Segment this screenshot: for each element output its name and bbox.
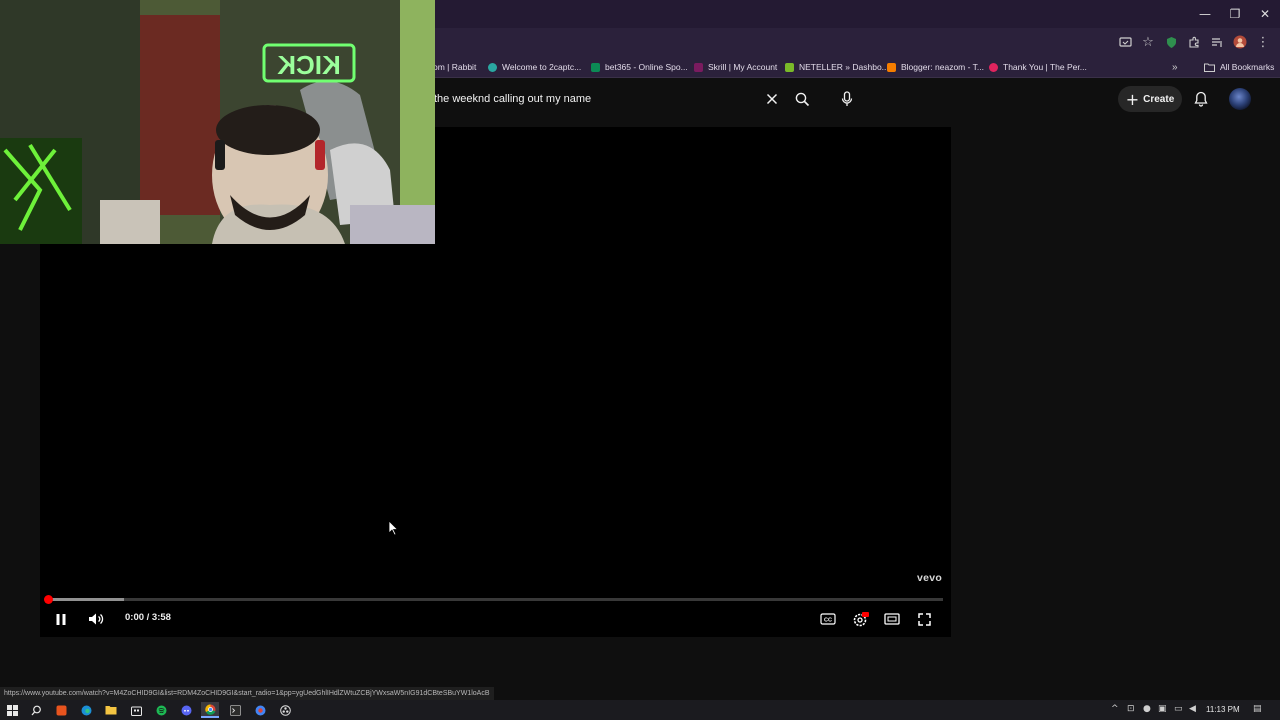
theater-mode-icon[interactable] bbox=[880, 607, 904, 631]
status-bar-url: https://www.youtube.com/watch?v=M4ZoCHID… bbox=[0, 687, 494, 700]
chrome-icon[interactable] bbox=[201, 702, 219, 718]
notifications-center-icon[interactable]: ▤ bbox=[1253, 704, 1262, 714]
webcam-overlay: KICK bbox=[0, 0, 435, 244]
webcam-image: KICK bbox=[0, 0, 435, 244]
search-input[interactable]: the weeknd calling out my name bbox=[430, 87, 822, 111]
progress-bar[interactable] bbox=[44, 595, 943, 604]
browser-menu-icon[interactable]: ⋮ bbox=[1252, 31, 1274, 53]
2captcha-favicon-icon bbox=[488, 62, 497, 72]
file-explorer-icon[interactable] bbox=[103, 702, 119, 718]
tray-display-icon[interactable]: ▣ bbox=[1158, 704, 1167, 714]
bookmark-label: Skrill | My Account bbox=[708, 62, 778, 72]
taskbar-clock[interactable]: 11:13 PM bbox=[1206, 705, 1240, 714]
settings-gear-icon[interactable] bbox=[848, 607, 872, 631]
windows-taskbar: ^ ⊡ ● ▣ ▭ ◀ 11:13 PM ▤ bbox=[0, 700, 1280, 720]
bookmark-thank-you[interactable]: Thank You | The Per... bbox=[989, 56, 1087, 78]
notifications-bell-icon[interactable] bbox=[1190, 88, 1212, 110]
bookmark-blogger[interactable]: Blogger: neazom - T... bbox=[887, 56, 984, 78]
captions-icon[interactable]: CC bbox=[816, 607, 840, 631]
more-bookmarks-chevron-icon[interactable]: » bbox=[1172, 56, 1178, 78]
heart-favicon-icon bbox=[989, 62, 998, 72]
time-display: 0:00 / 3:58 bbox=[125, 612, 171, 623]
bookmark-label: om | Rabbit bbox=[433, 62, 477, 72]
restore-button[interactable]: ❐ bbox=[1220, 0, 1250, 28]
obs-icon[interactable] bbox=[277, 702, 293, 718]
minimize-button[interactable]: — bbox=[1190, 0, 1220, 28]
close-window-button[interactable]: ✕ bbox=[1250, 0, 1280, 28]
account-avatar[interactable] bbox=[1229, 88, 1251, 110]
bookmark-label: NETELLER » Dashbo... bbox=[799, 62, 889, 72]
spotify-icon[interactable] bbox=[153, 702, 169, 718]
voice-search-mic-icon[interactable] bbox=[834, 86, 860, 112]
bookmark-skrill[interactable]: Skrill | My Account bbox=[694, 56, 777, 78]
folder-icon bbox=[1204, 63, 1215, 72]
speaker-icon[interactable]: ◀ bbox=[1189, 704, 1196, 714]
microphone-tray-icon[interactable]: ● bbox=[1143, 704, 1151, 714]
all-bookmarks-folder[interactable]: All Bookmarks bbox=[1204, 56, 1274, 78]
extension-shield-icon[interactable] bbox=[1160, 31, 1182, 53]
toolbar-icons: ☆ ⋮ bbox=[1113, 28, 1274, 56]
vevo-watermark: vevo bbox=[917, 572, 943, 584]
bookmark-neteller[interactable]: NETELLER » Dashbo... bbox=[785, 56, 889, 78]
progress-buffered bbox=[48, 598, 125, 601]
terminal-app-icon[interactable] bbox=[227, 702, 243, 718]
pause-icon[interactable] bbox=[49, 607, 73, 631]
store-app-icon[interactable] bbox=[128, 702, 144, 718]
plus-icon: + bbox=[1125, 89, 1140, 109]
profile-avatar-icon[interactable] bbox=[1229, 31, 1251, 53]
window-controls: — ❐ ✕ bbox=[1190, 0, 1280, 28]
search-query-text[interactable]: the weeknd calling out my name bbox=[434, 93, 591, 105]
fullscreen-icon[interactable] bbox=[912, 607, 936, 631]
cast-icon[interactable] bbox=[1114, 31, 1136, 53]
blogger-favicon-icon bbox=[887, 62, 896, 72]
bet365-favicon-icon bbox=[591, 62, 600, 72]
taskbar-search-icon[interactable] bbox=[28, 702, 44, 718]
tray-overflow-chevron-icon[interactable]: ^ bbox=[1111, 704, 1119, 714]
skrill-favicon-icon bbox=[694, 62, 703, 72]
mouse-cursor-icon bbox=[388, 520, 399, 541]
tray-app-icon[interactable]: ⊡ bbox=[1127, 704, 1135, 714]
bookmark-2captcha[interactable]: Welcome to 2captc... bbox=[488, 56, 581, 78]
network-icon[interactable]: ▭ bbox=[1174, 704, 1183, 714]
volume-icon[interactable] bbox=[84, 607, 108, 631]
svg-text:CC: CC bbox=[824, 618, 832, 624]
bookmark-label: Blogger: neazom - T... bbox=[901, 62, 984, 72]
neteller-favicon-icon bbox=[785, 62, 794, 72]
kick-sign: KICK bbox=[277, 50, 341, 80]
clear-search-icon[interactable] bbox=[763, 90, 781, 108]
bookmark-star-icon[interactable]: ☆ bbox=[1137, 31, 1159, 53]
player-controls: 0:00 / 3:58 CC bbox=[40, 607, 951, 631]
edge-browser-icon[interactable] bbox=[78, 702, 94, 718]
create-label: Create bbox=[1143, 93, 1175, 105]
extensions-puzzle-icon[interactable] bbox=[1183, 31, 1205, 53]
media-queue-icon[interactable] bbox=[1206, 31, 1228, 53]
windows-start-icon[interactable] bbox=[4, 702, 20, 718]
bookmark-bet365[interactable]: bet365 - Online Spo... bbox=[591, 56, 688, 78]
progress-scrubber-handle[interactable] bbox=[44, 595, 53, 604]
bookmark-label: Thank You | The Per... bbox=[1003, 62, 1087, 72]
bookmark-label: bet365 - Online Spo... bbox=[605, 62, 688, 72]
discord-icon[interactable] bbox=[178, 702, 194, 718]
bookmark-label: All Bookmarks bbox=[1220, 62, 1275, 72]
orange-app-icon[interactable] bbox=[53, 702, 69, 718]
bookmark-label: Welcome to 2captc... bbox=[502, 62, 582, 72]
create-button[interactable]: + Create bbox=[1118, 86, 1182, 112]
bookmark-rabbit[interactable]: om | Rabbit bbox=[433, 56, 476, 78]
search-icon[interactable] bbox=[792, 89, 812, 109]
chrome-profile-icon[interactable] bbox=[252, 702, 268, 718]
